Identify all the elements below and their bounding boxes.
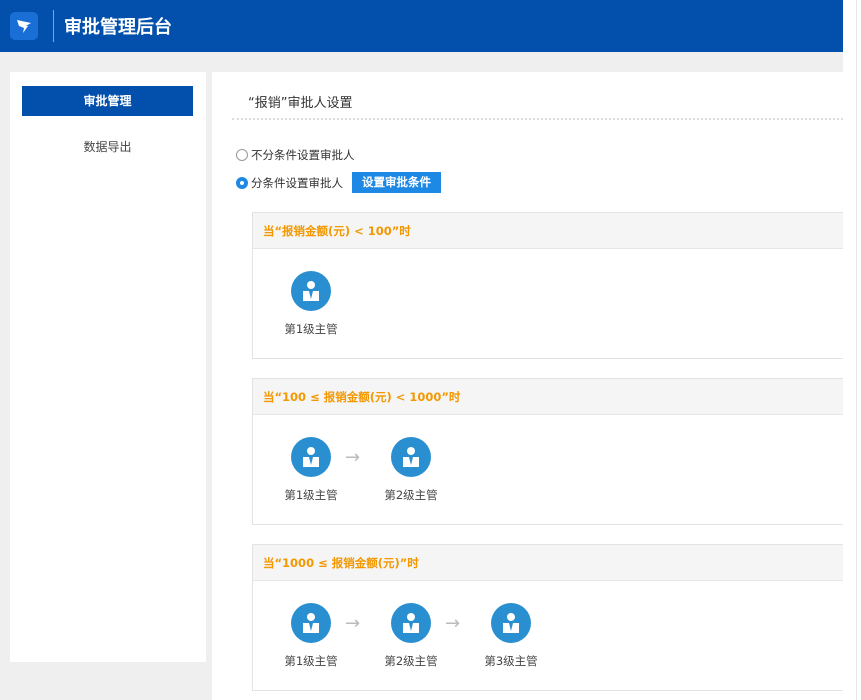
app: 审批管理后台 审批管理 数据导出 “报销”审批人设置 不分条件设置审批人 分条件… <box>0 0 843 700</box>
set-conditions-button[interactable]: 设置审批条件 <box>352 172 441 193</box>
manager-avatar-icon <box>491 603 531 643</box>
page-title: “报销”审批人设置 <box>248 92 352 111</box>
header-divider <box>53 10 54 42</box>
manager-avatar-icon <box>291 603 331 643</box>
approver-label: 第1级主管 <box>284 321 337 337</box>
approver-step[interactable]: 第1级主管 → <box>281 603 341 669</box>
manager-avatar-icon <box>291 271 331 311</box>
manager-avatar-icon <box>391 603 431 643</box>
approver-step[interactable]: 第2级主管 <box>381 437 441 503</box>
approver-label: 第1级主管 <box>284 487 337 503</box>
approver-step[interactable]: 第1级主管 <box>281 271 341 337</box>
sidebar: 审批管理 数据导出 <box>10 72 206 662</box>
radio-label[interactable]: 分条件设置审批人 <box>251 175 343 191</box>
approver-label: 第3级主管 <box>484 653 537 669</box>
condition-title: 当“1000 ≤ 报销金额(元)”时 <box>253 545 843 581</box>
sidebar-item-data-export[interactable]: 数据导出 <box>22 132 193 162</box>
approver-flow: 第1级主管 → 第2级主管 → 第3级主管 <box>281 603 581 669</box>
approver-step[interactable]: 第2级主管 → <box>381 603 441 669</box>
title-divider <box>232 118 843 120</box>
approver-label: 第2级主管 <box>384 487 437 503</box>
approver-label: 第1级主管 <box>284 653 337 669</box>
approver-flow: 第1级主管 <box>281 271 381 337</box>
condition-block: 当“1000 ≤ 报销金额(元)”时 第1级主管 → 第2级主管 → 第3级主管 <box>252 544 843 691</box>
arrow-right-icon: → <box>445 613 460 634</box>
radio-unconditional[interactable]: 不分条件设置审批人 <box>236 147 355 163</box>
main-content: “报销”审批人设置 不分条件设置审批人 分条件设置审批人 设置审批条件 当“报销… <box>212 72 843 700</box>
window-edge <box>856 0 857 700</box>
approver-label: 第2级主管 <box>384 653 437 669</box>
approver-step[interactable]: 第3级主管 <box>481 603 541 669</box>
condition-block: 当“100 ≤ 报销金额(元) < 1000”时 第1级主管 → 第2级主管 <box>252 378 843 525</box>
header: 审批管理后台 <box>0 0 843 52</box>
arrow-right-icon: → <box>345 613 360 634</box>
condition-title: 当“报销金额(元) < 100”时 <box>253 213 843 249</box>
approver-step[interactable]: 第1级主管 → <box>281 437 341 503</box>
radio-button-checked[interactable] <box>236 177 248 189</box>
manager-avatar-icon <box>291 437 331 477</box>
condition-title: 当“100 ≤ 报销金额(元) < 1000”时 <box>253 379 843 415</box>
condition-block: 当“报销金额(元) < 100”时 第1级主管 <box>252 212 843 359</box>
app-logo-icon <box>10 12 38 40</box>
radio-label: 不分条件设置审批人 <box>251 147 355 163</box>
manager-avatar-icon <box>391 437 431 477</box>
arrow-right-icon: → <box>345 447 360 468</box>
sidebar-item-approval-management[interactable]: 审批管理 <box>22 86 193 116</box>
radio-button[interactable] <box>236 149 248 161</box>
app-title: 审批管理后台 <box>64 13 172 39</box>
approver-flow: 第1级主管 → 第2级主管 <box>281 437 481 503</box>
radio-conditional-row: 分条件设置审批人 设置审批条件 <box>236 172 441 193</box>
